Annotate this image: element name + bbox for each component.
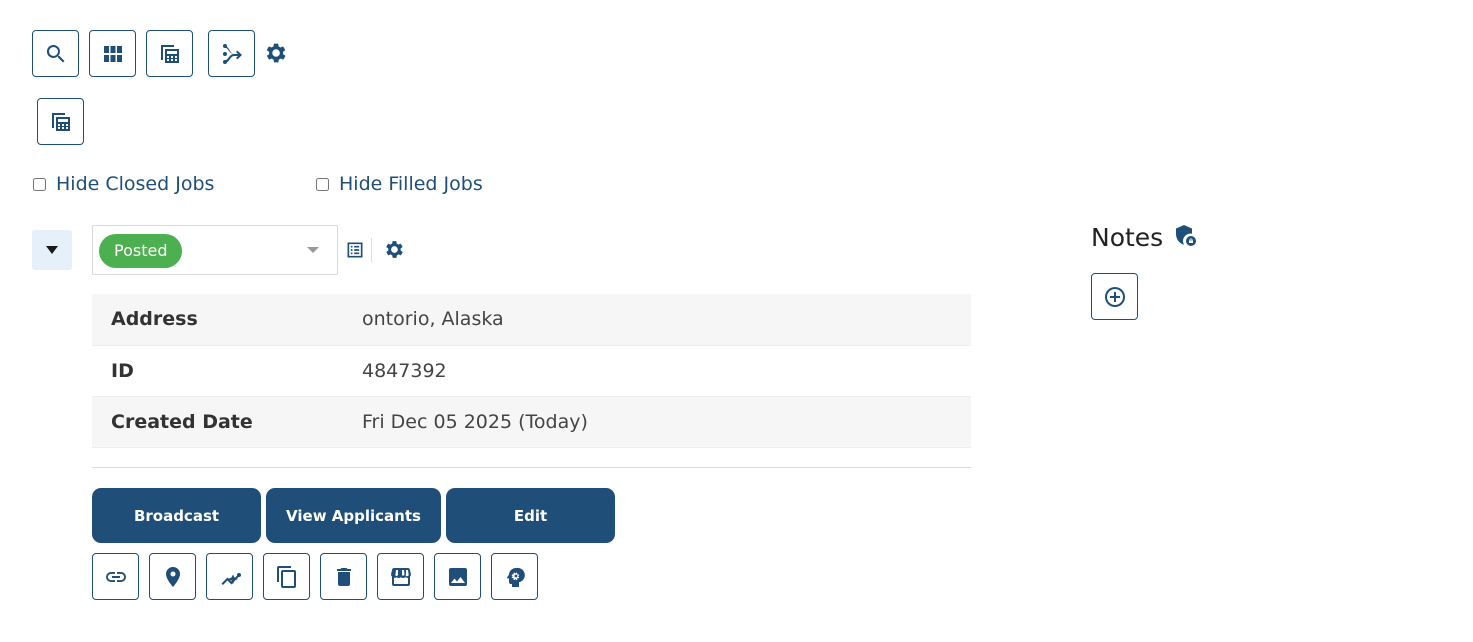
broadcast-button[interactable]: Broadcast — [92, 488, 261, 543]
hide-filled-jobs-label: Hide Filled Jobs — [339, 173, 483, 195]
detail-value: ontorio, Alaska — [362, 294, 971, 346]
share-flow-icon — [222, 43, 242, 64]
image-icon — [448, 567, 467, 586]
settings-button[interactable] — [262, 40, 288, 66]
detail-label: ID — [92, 345, 362, 397]
hide-filled-jobs-checkbox[interactable] — [316, 177, 329, 191]
delete-button[interactable] — [320, 553, 367, 600]
duplicate-button[interactable] — [263, 553, 310, 600]
calculator-secondary-button[interactable] — [37, 98, 84, 145]
head-gear-icon — [506, 567, 525, 587]
expand-toggle-button[interactable] — [32, 230, 72, 270]
ai-settings-button[interactable] — [491, 553, 538, 600]
detail-value: Fri Dec 05 2025 (Today) — [362, 396, 971, 448]
hide-closed-jobs-label: Hide Closed Jobs — [56, 173, 215, 195]
list-details-icon — [347, 242, 363, 258]
calculator-icon — [51, 112, 70, 131]
plus-circle-icon — [1104, 286, 1125, 307]
caret-down-icon — [46, 246, 58, 254]
detail-label: Address — [92, 294, 362, 346]
grid-icon — [103, 45, 122, 62]
workflow-button[interactable] — [208, 30, 255, 77]
status-dropdown[interactable]: Posted — [92, 225, 338, 275]
edit-button[interactable]: Edit — [446, 488, 615, 543]
view-applicants-button[interactable]: View Applicants — [266, 488, 441, 543]
storefront-button[interactable] — [377, 553, 424, 600]
dropdown-arrow-icon — [307, 247, 319, 253]
location-button[interactable] — [149, 553, 196, 600]
trash-icon — [336, 567, 351, 586]
notes-privacy-badge — [1174, 224, 1198, 248]
add-note-button[interactable] — [1091, 273, 1138, 320]
sparkle-chart-icon — [221, 572, 241, 585]
table-row: Address ontorio, Alaska — [92, 294, 971, 346]
gear-icon — [386, 241, 403, 258]
shield-lock-icon — [1176, 225, 1196, 246]
job-settings-button[interactable] — [382, 238, 405, 261]
detail-value: 4847392 — [362, 345, 971, 397]
table-row: ID 4847392 — [92, 345, 971, 397]
grid-view-button[interactable] — [89, 30, 136, 77]
calculator-icon — [160, 44, 179, 63]
copy-link-button[interactable] — [92, 553, 139, 600]
image-button[interactable] — [434, 553, 481, 600]
storefront-icon — [390, 567, 411, 586]
hide-closed-jobs-filter[interactable]: Hide Closed Jobs — [33, 173, 214, 195]
location-pin-icon — [165, 566, 180, 587]
list-view-button[interactable] — [345, 240, 365, 260]
table-row: Created Date Fri Dec 05 2025 (Today) — [92, 396, 971, 448]
insights-button[interactable] — [206, 553, 253, 600]
job-details-table: Address ontorio, Alaska ID 4847392 Creat… — [92, 294, 971, 448]
notes-title: Notes — [1091, 223, 1164, 252]
toolbar-divider — [371, 238, 372, 262]
calculator-button[interactable] — [146, 30, 193, 77]
search-button[interactable] — [32, 30, 79, 77]
detail-label: Created Date — [92, 396, 362, 448]
hide-closed-jobs-checkbox[interactable] — [33, 177, 46, 191]
search-icon — [46, 44, 64, 62]
copy-icon — [276, 565, 296, 588]
hide-filled-jobs-filter[interactable]: Hide Filled Jobs — [316, 173, 483, 195]
status-badge: Posted — [99, 234, 183, 268]
link-icon — [105, 571, 126, 582]
gear-icon — [266, 43, 286, 63]
section-divider — [92, 467, 971, 468]
